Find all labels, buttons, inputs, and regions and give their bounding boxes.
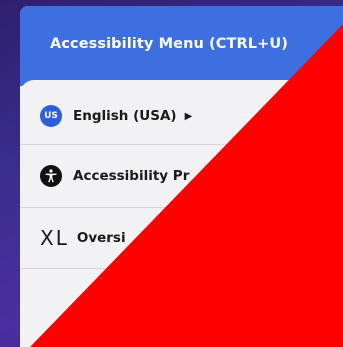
- chevron-right-icon: ▶: [184, 110, 193, 122]
- xl-text-size-icon: XL: [40, 226, 69, 250]
- menu-body: US English (USA) ▶ Accessibility Pr XL O…: [20, 80, 343, 347]
- accessibility-profiles-label: Accessibility Pr: [73, 168, 190, 184]
- menu-header: Accessibility Menu (CTRL+U): [20, 6, 343, 86]
- accessibility-profiles-menu-item[interactable]: Accessibility Pr: [20, 145, 343, 208]
- language-label: English (USA): [73, 108, 177, 124]
- oversized-widget-menu-item[interactable]: XL Oversi: [20, 208, 343, 269]
- badge-text: US: [44, 111, 58, 121]
- accessibility-person-icon: [40, 165, 62, 187]
- list-item[interactable]: [20, 269, 343, 319]
- menu-title: Accessibility Menu (CTRL+U): [50, 36, 288, 52]
- us-flag-badge-icon: US: [40, 105, 62, 127]
- accessibility-menu-panel: Accessibility Menu (CTRL+U) US English (…: [20, 6, 343, 347]
- language-menu-item[interactable]: US English (USA) ▶: [20, 88, 343, 145]
- oversized-label: Oversi: [76, 230, 126, 246]
